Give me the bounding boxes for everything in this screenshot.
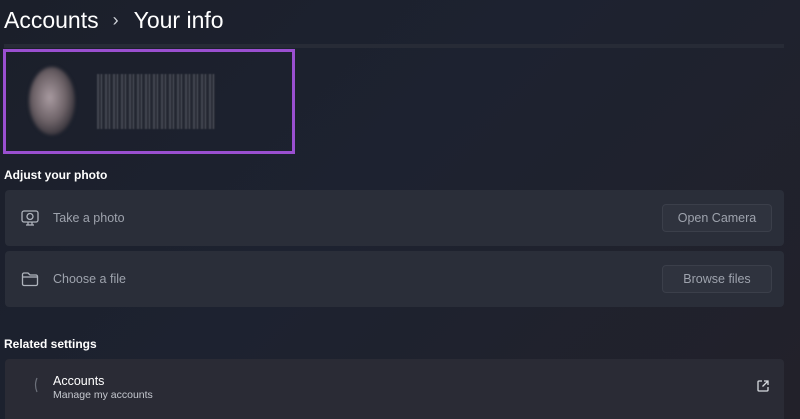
accounts-title: Accounts xyxy=(53,374,105,388)
breadcrumb: Accounts › Your info xyxy=(4,4,224,36)
avatar[interactable] xyxy=(29,67,75,135)
page-title: Your info xyxy=(133,6,224,33)
take-photo-row: Take a photo Open Camera xyxy=(5,190,784,246)
choose-file-label: Choose a file xyxy=(53,272,126,286)
adjust-photo-heading: Adjust your photo xyxy=(4,168,108,182)
profile-highlight xyxy=(3,49,295,154)
breadcrumb-accounts[interactable]: Accounts xyxy=(4,7,99,34)
related-settings-heading: Related settings xyxy=(4,337,97,351)
accounts-subtitle: Manage my accounts xyxy=(53,389,153,401)
browse-files-button[interactable]: Browse files xyxy=(662,265,772,293)
external-link-icon[interactable] xyxy=(756,379,770,393)
header-divider xyxy=(4,44,784,48)
blurred-user-info xyxy=(97,74,215,129)
accounts-icon xyxy=(34,377,38,393)
open-camera-button[interactable]: Open Camera xyxy=(662,204,772,232)
camera-icon xyxy=(19,207,41,229)
accounts-link-row[interactable]: Accounts Manage my accounts xyxy=(5,359,784,419)
choose-file-row: Choose a file Browse files xyxy=(5,251,784,307)
folder-icon xyxy=(19,268,41,290)
take-photo-label: Take a photo xyxy=(53,211,125,225)
breadcrumb-separator: › xyxy=(112,9,119,30)
